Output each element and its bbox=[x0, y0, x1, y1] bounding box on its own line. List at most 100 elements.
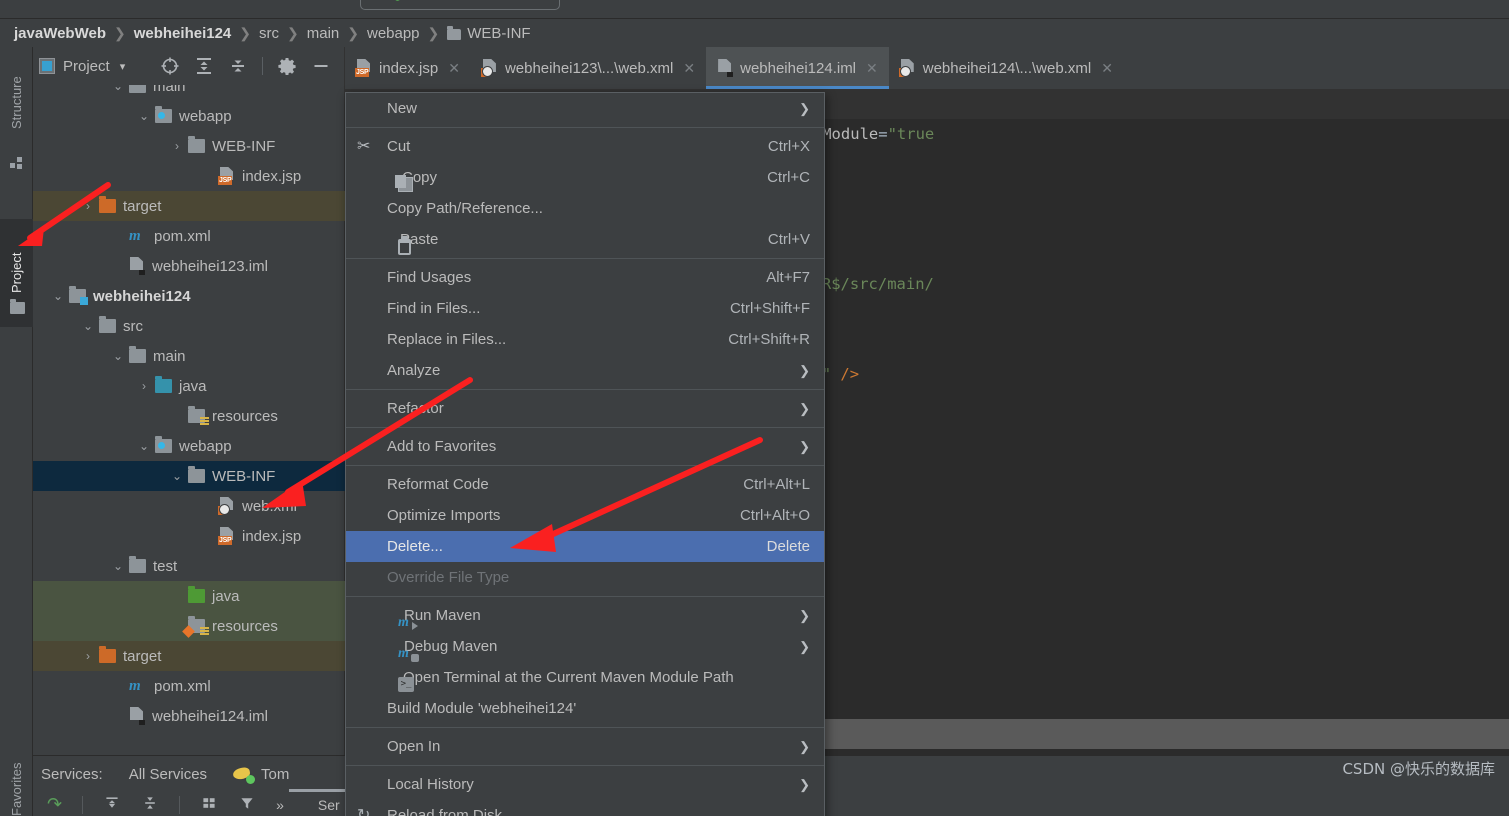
menu-item-delete[interactable]: Delete...Delete bbox=[346, 531, 824, 562]
editor-tab-webheihei123-web-xml[interactable]: <webheihei123\...\web.xml✕ bbox=[471, 47, 706, 89]
expand-all-icon[interactable] bbox=[194, 56, 214, 76]
tree-row-webheihei124[interactable]: ⌄ webheihei124 bbox=[33, 281, 345, 311]
menu-item-new[interactable]: New❯ bbox=[346, 93, 824, 124]
menu-item-find-in-files[interactable]: Find in Files...Ctrl+Shift+F bbox=[346, 293, 824, 324]
menu-item-local-history[interactable]: Local History❯ bbox=[346, 769, 824, 800]
close-icon[interactable]: ✕ bbox=[683, 60, 695, 77]
menu-item-replace-in-files[interactable]: Replace in Files...Ctrl+Shift+R bbox=[346, 324, 824, 355]
chevron-down-icon[interactable]: ⌄ bbox=[111, 559, 125, 573]
menu-item-run-maven[interactable]: mRun Maven❯ bbox=[346, 600, 824, 631]
close-icon[interactable]: ✕ bbox=[866, 60, 878, 77]
tree-row-webapp[interactable]: ⌄ webapp bbox=[33, 101, 345, 131]
menu-item-copy[interactable]: CopyCtrl+C bbox=[346, 162, 824, 193]
breadcrumb-item-web-inf[interactable]: WEB-INF bbox=[467, 25, 530, 42]
breadcrumb-item-webheihei124[interactable]: webheihei124 bbox=[134, 25, 232, 42]
tree-row-test[interactable]: ⌄ test bbox=[33, 551, 345, 581]
locate-icon[interactable] bbox=[160, 56, 180, 76]
rerun-icon[interactable]: ↷ bbox=[47, 794, 62, 815]
chevron-right-icon[interactable]: › bbox=[81, 649, 95, 663]
tomcat-tab[interactable]: Tom bbox=[261, 766, 289, 783]
chevron-down-icon[interactable]: ⌄ bbox=[81, 319, 95, 333]
chevron-down-icon[interactable]: ▾ bbox=[120, 60, 126, 73]
tree-row-web-xml[interactable]: <web.xml bbox=[33, 491, 345, 521]
collapse-all-icon[interactable] bbox=[228, 56, 248, 76]
breadcrumb-item-javawebweb[interactable]: javaWebWeb bbox=[14, 25, 106, 42]
close-icon[interactable]: ✕ bbox=[448, 60, 460, 77]
breadcrumb-item-main[interactable]: main bbox=[307, 25, 340, 42]
gear-icon[interactable] bbox=[277, 56, 297, 76]
tree-item-label: test bbox=[153, 558, 177, 575]
close-icon[interactable]: ✕ bbox=[1101, 60, 1113, 77]
tool-window-structure[interactable]: Structure bbox=[0, 55, 33, 151]
chevron-right-icon[interactable]: › bbox=[137, 379, 151, 393]
project-tree[interactable]: ⌄main⌄webapp›WEB-INFJSPindex.jsp›targetm… bbox=[33, 85, 345, 755]
menu-item-copy-path-reference[interactable]: Copy Path/Reference... bbox=[346, 193, 824, 224]
tree-row-webheihei124-iml[interactable]: webheihei124.iml bbox=[33, 701, 345, 731]
run-config-pill[interactable] bbox=[360, 0, 560, 10]
more-icon[interactable]: » bbox=[276, 797, 284, 813]
tree-row-resources[interactable]: resources bbox=[33, 401, 345, 431]
tree-row-index-jsp[interactable]: JSPindex.jsp bbox=[33, 161, 345, 191]
grid-icon[interactable] bbox=[200, 795, 218, 814]
menu-item-reformat-code[interactable]: Reformat CodeCtrl+Alt+L bbox=[346, 469, 824, 500]
tree-row-index-jsp[interactable]: JSPindex.jsp bbox=[33, 521, 345, 551]
tree-item-label: webheihei124 bbox=[93, 288, 191, 305]
tree-row-webapp[interactable]: ⌄webapp bbox=[33, 431, 345, 461]
filter-icon[interactable] bbox=[238, 795, 256, 814]
menu-item-debug-maven[interactable]: mDebug Maven❯ bbox=[346, 631, 824, 662]
breadcrumb-item-webapp[interactable]: webapp bbox=[367, 25, 420, 42]
chevron-down-icon[interactable]: ⌄ bbox=[137, 439, 151, 453]
chevron-down-icon[interactable]: ⌄ bbox=[170, 469, 184, 483]
menu-item-label: New bbox=[387, 100, 417, 117]
chevron-right-icon[interactable]: › bbox=[81, 199, 95, 213]
xml-file-icon: < bbox=[219, 497, 235, 515]
expand-icon[interactable] bbox=[103, 795, 121, 814]
all-services-tab[interactable]: All Services bbox=[129, 766, 207, 783]
menu-item-reload-from-disk[interactable]: ↻Reload from Disk bbox=[346, 800, 824, 816]
tree-row-java[interactable]: java bbox=[33, 581, 345, 611]
tree-row-src[interactable]: ⌄src bbox=[33, 311, 345, 341]
menu-item-build-module-webheihei124[interactable]: Build Module 'webheihei124' bbox=[346, 693, 824, 724]
menu-item-refactor[interactable]: Refactor❯ bbox=[346, 393, 824, 424]
tree-row-resources[interactable]: resources bbox=[33, 611, 345, 641]
menu-item-paste[interactable]: PasteCtrl+V bbox=[346, 224, 824, 255]
menu-item-analyze[interactable]: Analyze❯ bbox=[346, 355, 824, 386]
tree-row-main[interactable]: ⌄main bbox=[33, 341, 345, 371]
menu-item-shortcut: Ctrl+Alt+L bbox=[743, 476, 810, 493]
menu-item-add-to-favorites[interactable]: Add to Favorites❯ bbox=[346, 431, 824, 462]
tree-row-java[interactable]: ›java bbox=[33, 371, 345, 401]
menu-item-open-terminal-at-the-current-maven-module-path[interactable]: >_Open Terminal at the Current Maven Mod… bbox=[346, 662, 824, 693]
editor-tab-webheihei124-web-xml[interactable]: <webheihei124\...\web.xml✕ bbox=[889, 47, 1124, 89]
tree-row-web-inf[interactable]: ›WEB-INF bbox=[33, 131, 345, 161]
editor-tab-webheihei124-iml[interactable]: webheihei124.iml✕ bbox=[706, 47, 889, 89]
chevron-down-icon[interactable]: ⌄ bbox=[51, 289, 65, 303]
chevron-right-icon[interactable]: › bbox=[170, 139, 184, 153]
chevron-down-icon[interactable]: ⌄ bbox=[137, 109, 151, 123]
tree-spacer bbox=[201, 529, 215, 543]
tree-item-label: webapp bbox=[179, 108, 232, 125]
tree-row-pom-xml[interactable]: mpom.xml bbox=[33, 221, 345, 251]
menu-item-open-in[interactable]: Open In❯ bbox=[346, 731, 824, 762]
menu-item-optimize-imports[interactable]: Optimize ImportsCtrl+Alt+O bbox=[346, 500, 824, 531]
menu-item-find-usages[interactable]: Find UsagesAlt+F7 bbox=[346, 262, 824, 293]
hide-panel-icon[interactable] bbox=[311, 56, 331, 76]
editor-tab-bar[interactable]: JSPindex.jsp✕<webheihei123\...\web.xml✕w… bbox=[345, 47, 1509, 89]
breadcrumb[interactable]: javaWebWeb❯webheihei124❯src❯main❯webapp❯… bbox=[0, 19, 1509, 47]
editor-tab-index-jsp[interactable]: JSPindex.jsp✕ bbox=[345, 47, 471, 89]
tree-row-webheihei123-iml[interactable]: webheihei123.iml bbox=[33, 251, 345, 281]
tree-row-pom-xml[interactable]: mpom.xml bbox=[33, 671, 345, 701]
tree-row-main[interactable]: ⌄main bbox=[33, 85, 345, 101]
menu-item-shortcut: Ctrl+X bbox=[768, 138, 810, 155]
menu-item-cut[interactable]: ✂CutCtrl+X bbox=[346, 131, 824, 162]
tree-row-web-inf[interactable]: ⌄WEB-INF bbox=[33, 461, 345, 491]
chevron-down-icon[interactable]: ⌄ bbox=[111, 85, 125, 93]
menu-item-label: Optimize Imports bbox=[387, 507, 500, 524]
folder-webapp-icon bbox=[155, 439, 172, 453]
tool-window-favorites[interactable]: Favorites bbox=[0, 739, 33, 816]
breadcrumb-item-src[interactable]: src bbox=[259, 25, 279, 42]
collapse-icon[interactable] bbox=[141, 795, 159, 814]
tree-row-target[interactable]: ›target bbox=[33, 191, 345, 221]
chevron-down-icon[interactable]: ⌄ bbox=[111, 349, 125, 363]
tree-row-target[interactable]: ›target bbox=[33, 641, 345, 671]
context-menu[interactable]: New❯ ✂CutCtrl+XCopyCtrl+CCopy Path/Refere… bbox=[345, 92, 825, 816]
